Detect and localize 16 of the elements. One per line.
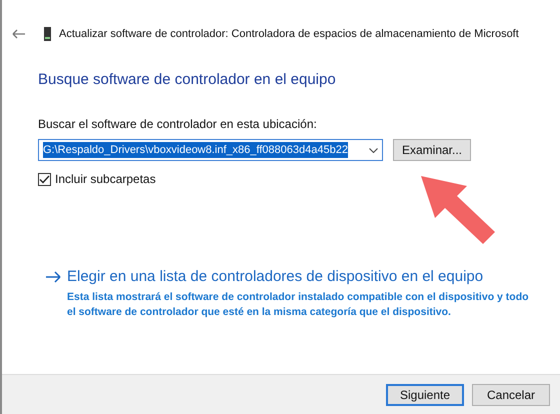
cancel-button[interactable]: Cancelar [472, 384, 550, 406]
option-link[interactable]: Elegir en una lista de controladores de dispositivo en el equipo [67, 266, 537, 288]
browse-button[interactable]: Examinar... [393, 139, 471, 161]
pointer-arrow-icon [419, 174, 497, 246]
page-heading: Busque software de controlador en el equipo [38, 70, 337, 90]
dropdown-caret-icon[interactable] [369, 148, 378, 152]
device-icon [44, 27, 51, 42]
next-button[interactable]: Siguiente [386, 384, 464, 406]
option-description: Esta lista mostrará el software de controlador instalado compatible con el dispositivo y todo el software de controlador que esté en la misma categoría que el dispositivo. [67, 290, 530, 320]
right-arrow-icon [46, 271, 61, 283]
location-label: Buscar el software de controlador en esta ubicación: [38, 116, 318, 133]
window-title: Actualizar software de controlador: Controladora de espacios de almacenamiento de Microsoft [59, 27, 519, 42]
back-arrow-icon[interactable] [12, 29, 26, 40]
location-combo-box[interactable]: G:\Respaldo_Drivers\vboxvideow8.inf_x86_ff088063d4a45b22 [38, 139, 383, 161]
checkbox-label[interactable]: Incluir subcarpetas [55, 170, 156, 188]
checkbox[interactable] [38, 172, 51, 186]
